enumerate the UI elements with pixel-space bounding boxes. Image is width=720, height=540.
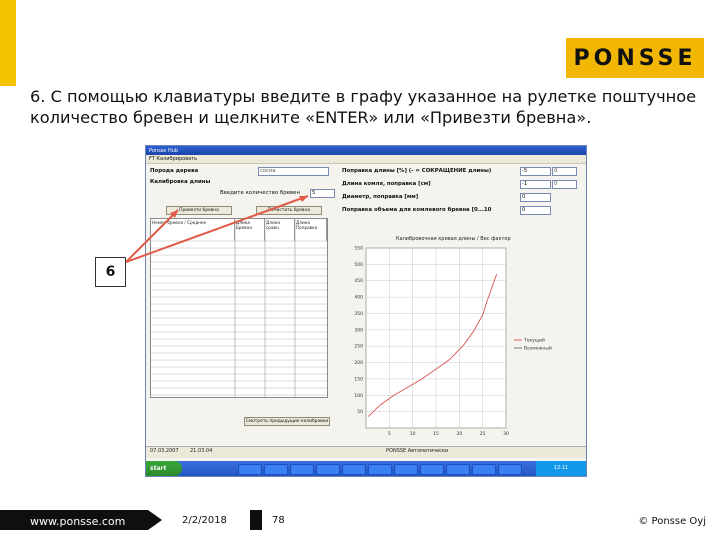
y-tick-label: 150 — [354, 376, 363, 382]
status-bar: 07.03.2007 21.03.04 PONSSE Автоматически — [146, 446, 586, 458]
butt-length-extra[interactable]: 0 — [552, 180, 577, 189]
window-titlebar: Ponsse Hub — [146, 146, 586, 155]
y-tick-label: 350 — [354, 311, 363, 317]
taskbar-item[interactable] — [420, 464, 444, 475]
instruction-text: 6. С помощью клавиатуры введите в графу … — [30, 87, 697, 127]
taskbar-item[interactable] — [264, 464, 288, 475]
status-info: PONSSE Автоматически — [386, 448, 449, 454]
calibration-label: Калибровка длины — [150, 179, 211, 185]
slide-footer: www.ponsse.com 2/2/2018 78 © Ponsse Oyj — [0, 510, 720, 540]
history-button[interactable]: Смотреть предыдущие калибровки — [244, 417, 330, 426]
count-prompt: Введите количество бревен — [220, 190, 300, 196]
brand-stripe — [0, 0, 16, 86]
x-tick-label: 15 — [433, 431, 439, 437]
length-correction-extra[interactable]: 0 — [552, 167, 577, 176]
calibration-chart: Калибровочная кривая длины / Вес фактор … — [336, 232, 576, 447]
butt-length-field[interactable]: -1 — [520, 180, 551, 189]
step-callout: 6 — [95, 257, 126, 287]
length-correction-field[interactable]: -5 — [520, 167, 551, 176]
logo-text: PONSSE — [573, 45, 697, 71]
volume-field[interactable]: 0 — [520, 206, 551, 215]
log-table[interactable]: Номер бревна / Среднее Длина Бревна Длин… — [150, 218, 328, 398]
status-time: 21.03.04 — [190, 448, 213, 454]
y-tick-label: 50 — [357, 409, 363, 415]
x-tick-label: 5 — [388, 431, 391, 437]
y-tick-label: 250 — [354, 344, 363, 350]
app-screenshot: Ponsse Hub FT Калибрировать Порода дерев… — [145, 145, 587, 477]
footer-date: 2/2/2018 — [182, 515, 227, 526]
chart-title: Калибровочная кривая длины / Вес фактор — [396, 236, 511, 242]
footer-copyright: © Ponsse Oyj — [638, 516, 706, 527]
footer-divider-shape — [250, 510, 262, 530]
window-title: Ponsse Hub — [149, 147, 179, 154]
volume-label: Поправка объема для комлевого бревна [0.… — [342, 207, 492, 213]
taskbar-item[interactable] — [498, 464, 522, 475]
taskbar: start 12:11 — [146, 461, 586, 476]
y-tick-label: 500 — [354, 262, 363, 268]
species-field[interactable]: сосна — [258, 167, 329, 176]
x-tick-label: 20 — [456, 431, 462, 437]
footer-arrow-shape — [148, 510, 162, 530]
taskbar-item[interactable] — [446, 464, 470, 475]
diameter-field[interactable]: 0 — [520, 193, 551, 202]
taskbar-item[interactable] — [472, 464, 496, 475]
legend-label: Текущий — [523, 337, 545, 344]
status-date: 07.03.2007 — [150, 448, 179, 454]
table-gridlines — [151, 219, 327, 397]
x-tick-label: 30 — [503, 431, 509, 437]
menu-bar[interactable]: FT Калибрировать — [146, 155, 586, 164]
footer-site: www.ponsse.com — [30, 515, 126, 528]
ponsse-logo: PONSSE — [566, 38, 704, 78]
log-count-input[interactable]: 5 — [310, 189, 335, 198]
footer-page: 78 — [272, 515, 285, 526]
x-tick-label: 10 — [410, 431, 416, 437]
clear-logs-button[interactable]: Почистить бревна — [256, 206, 322, 215]
fetch-logs-button[interactable]: Привезти бревна — [166, 206, 232, 215]
y-tick-label: 200 — [354, 360, 363, 366]
y-tick-label: 100 — [354, 393, 363, 399]
y-tick-label: 400 — [354, 295, 363, 301]
butt-length-label: Длина комля, поправка [см] — [342, 181, 431, 187]
taskbar-clock: 12:11 — [536, 461, 586, 476]
chart-svg: Калибровочная кривая длины / Вес фактор … — [354, 236, 552, 437]
taskbar-item[interactable] — [316, 464, 340, 475]
species-label: Порода дерева — [150, 168, 199, 174]
legend-label: Возможный — [524, 345, 552, 352]
taskbar-item[interactable] — [394, 464, 418, 475]
taskbar-item[interactable] — [368, 464, 392, 475]
taskbar-item[interactable] — [238, 464, 262, 475]
length-correction-label: Поправка длины [%] (- = СОКРАЩЕНИЕ длины… — [342, 168, 492, 174]
taskbar-item[interactable] — [342, 464, 366, 475]
y-tick-label: 450 — [354, 278, 363, 284]
x-tick-label: 25 — [480, 431, 486, 437]
start-button[interactable]: start — [146, 461, 182, 476]
slide-header: PONSSE — [0, 0, 720, 86]
y-tick-label: 550 — [354, 246, 363, 252]
diameter-label: Диаметр, поправка [мм] — [342, 194, 419, 200]
y-tick-label: 300 — [354, 327, 363, 333]
taskbar-item[interactable] — [290, 464, 314, 475]
